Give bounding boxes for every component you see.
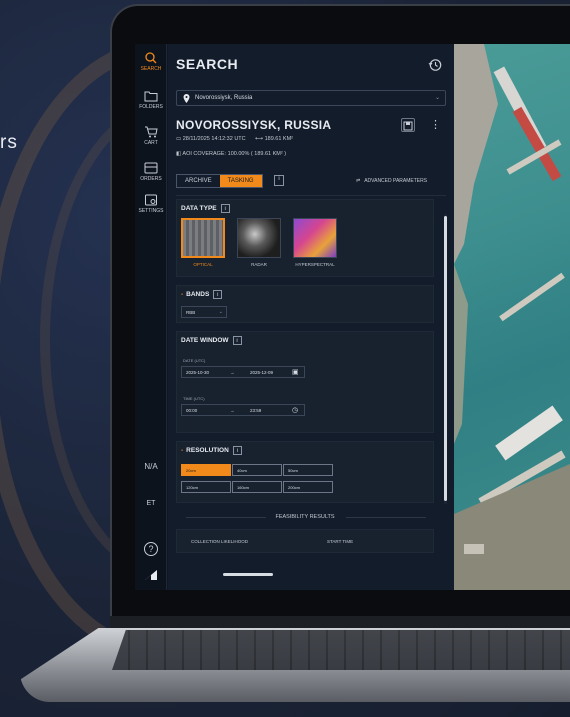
brand-logo-icon xyxy=(145,570,157,580)
collection-likelihood-header: COLLECTION LIKELIHOOD xyxy=(191,539,249,544)
city-title: NOVOROSSIYSK, RUSSIA xyxy=(176,118,332,132)
resolution-title: - RESOLUTION i xyxy=(181,446,242,455)
nav-item-cart[interactable]: CART xyxy=(135,126,167,146)
time-range-input[interactable]: 00:00 → 23:59 ◷ xyxy=(181,404,305,416)
info-icon[interactable]: i xyxy=(220,204,230,213)
data-type-card: DATA TYPE i OPTICAL RADAR HYPERSPECTRAL xyxy=(176,199,434,277)
arrow-icon: → xyxy=(230,408,235,413)
chevron-down-icon: ⌄ xyxy=(434,95,440,101)
tab-archive[interactable]: ARCHIVE xyxy=(177,175,220,187)
date-from: 2025-10-30 xyxy=(186,370,210,375)
resolution-option[interactable]: 120cm xyxy=(181,481,231,493)
resolution-option[interactable]: 40cm xyxy=(232,464,282,476)
mode-tabs: ARCHIVE TASKING xyxy=(176,174,263,188)
rail-et-label: ET xyxy=(146,500,156,507)
bands-card: - BANDS i RBB ⌄ xyxy=(176,285,434,323)
resolution-card: - RESOLUTION i 20cm 40cm 50cm 120cm 160cm … xyxy=(176,441,434,503)
tab-tasking[interactable]: TASKING xyxy=(219,175,262,187)
save-icon[interactable] xyxy=(401,118,415,132)
location-pin-icon xyxy=(183,94,190,103)
satellite-map[interactable] xyxy=(454,44,570,590)
start-time-header: START TIME xyxy=(327,539,354,544)
optical-label: OPTICAL xyxy=(193,262,213,267)
panel-scroll-area[interactable]: DATA TYPE i OPTICAL RADAR HYPERSPECTRAL -… xyxy=(176,199,438,579)
search-panel: SEARCH Novorossiysk, Russia ⌄ NOVOROSSIY… xyxy=(168,44,454,590)
horizontal-scrollbar[interactable] xyxy=(223,573,273,576)
cropped-heading-text: rs xyxy=(0,132,18,153)
help-icon[interactable]: ? xyxy=(144,542,158,556)
advanced-parameters-label: ADVANCED PARAMETERS xyxy=(364,178,428,184)
resolution-option[interactable]: 20cm xyxy=(181,464,231,476)
time-from: 00:00 xyxy=(186,408,198,413)
panel-title: SEARCH xyxy=(176,56,239,72)
bands-title: - BANDS i xyxy=(181,290,223,299)
arrow-icon: → xyxy=(230,370,235,375)
laptop-hinge xyxy=(110,616,570,630)
resolution-option[interactable]: 160cm xyxy=(232,481,282,493)
area-icon: ⟷ xyxy=(255,136,265,142)
radar-thumbnail[interactable] xyxy=(237,218,281,258)
time-to: 23:59 xyxy=(250,408,262,413)
calendar-icon: ▭ xyxy=(176,136,183,142)
nav-item-label: FOLDERS xyxy=(139,104,163,110)
date-window-card: DATE WINDOW i DATE (UTC) 2025-10-30 → 202… xyxy=(176,331,434,433)
resolution-row: 120cm 160cm 200cm xyxy=(181,481,334,493)
area-value: 189.61 KM² xyxy=(264,136,294,142)
divider xyxy=(346,517,426,518)
clock-icon[interactable]: ◷ xyxy=(292,406,298,414)
data-type-title: DATA TYPE i xyxy=(181,204,230,213)
nav-item-label: CART xyxy=(144,140,158,146)
map-imagery xyxy=(454,44,570,590)
hyperspectral-thumbnail[interactable] xyxy=(293,218,337,258)
bands-select[interactable]: RBB ⌄ xyxy=(181,306,227,318)
divider xyxy=(176,195,446,196)
feasibility-table-header: COLLECTION LIKELIHOOD START TIME xyxy=(176,529,434,553)
aoi-coverage: AOI COVERAGE: 100.00% ( 189.61 KM² ) xyxy=(182,151,287,157)
info-icon[interactable]: i xyxy=(213,290,223,299)
date-window-title: DATE WINDOW i xyxy=(181,336,242,345)
cart-icon xyxy=(145,126,158,138)
location-select[interactable]: Novorossiysk, Russia ⌄ xyxy=(176,90,446,106)
chevron-down-icon: ⌄ xyxy=(218,309,223,315)
sliders-icon: ⇌ xyxy=(356,178,361,184)
nav-item-label: SETTINGS xyxy=(138,208,164,214)
calendar-icon[interactable]: ▣ xyxy=(292,368,299,376)
history-icon[interactable] xyxy=(428,58,442,72)
info-icon[interactable]: i xyxy=(232,336,242,345)
hyperspectral-label: HYPERSPECTRAL xyxy=(295,262,335,267)
info-icon[interactable]: i xyxy=(274,175,284,186)
rail-na-label: N/A xyxy=(144,462,158,471)
location-value: Novorossiysk, Russia xyxy=(195,95,253,101)
optical-thumbnail[interactable] xyxy=(181,218,225,258)
resolution-row: 20cm 40cm 50cm xyxy=(181,464,334,476)
datetime-value: 28/11/2025 14:12:32 UTC xyxy=(182,136,246,142)
nav-item-settings[interactable]: SETTINGS xyxy=(135,194,167,214)
laptop-keyboard xyxy=(112,630,570,670)
time-label: TIME (UTC) xyxy=(183,396,205,401)
search-icon xyxy=(145,52,157,64)
nav-item-orders[interactable]: ORDERS xyxy=(135,162,167,182)
resolution-option[interactable]: 50cm xyxy=(283,464,333,476)
settings-icon xyxy=(145,194,157,206)
date-to: 2025-12-09 xyxy=(250,370,274,375)
aoi-row: ◧ AOI COVERAGE: 100.00% ( 189.61 KM² ) xyxy=(176,151,286,157)
folder-icon xyxy=(144,91,158,102)
radar-label: RADAR xyxy=(251,262,267,267)
orders-icon xyxy=(144,162,158,174)
more-options-icon[interactable]: ⋮ xyxy=(430,118,441,131)
info-icon[interactable]: i xyxy=(232,446,242,455)
resolution-option[interactable]: 200cm xyxy=(283,481,333,493)
scrollbar-thumb[interactable] xyxy=(444,216,447,501)
date-range-input[interactable]: 2025-10-30 → 2025-12-09 ▣ xyxy=(181,366,305,378)
nav-item-label: SEARCH xyxy=(140,66,162,72)
date-label: DATE (UTC) xyxy=(183,358,206,363)
bands-value: RBB xyxy=(186,310,196,315)
nav-item-search[interactable]: SEARCH xyxy=(135,52,167,72)
nav-item-folders[interactable]: FOLDERS xyxy=(135,90,167,110)
advanced-parameters-button[interactable]: ⇌ ADVANCED PARAMETERS xyxy=(356,178,427,184)
app-screen: SEARCH FOLDERS CART ORDERS SETTINGS N/A … xyxy=(135,44,570,590)
nav-rail: SEARCH FOLDERS CART ORDERS SETTINGS N/A … xyxy=(135,44,167,590)
meta-row: ▭ 28/11/2025 14:12:32 UTC ⟷ 189.61 KM² xyxy=(176,136,293,142)
nav-item-label: ORDERS xyxy=(140,176,162,182)
